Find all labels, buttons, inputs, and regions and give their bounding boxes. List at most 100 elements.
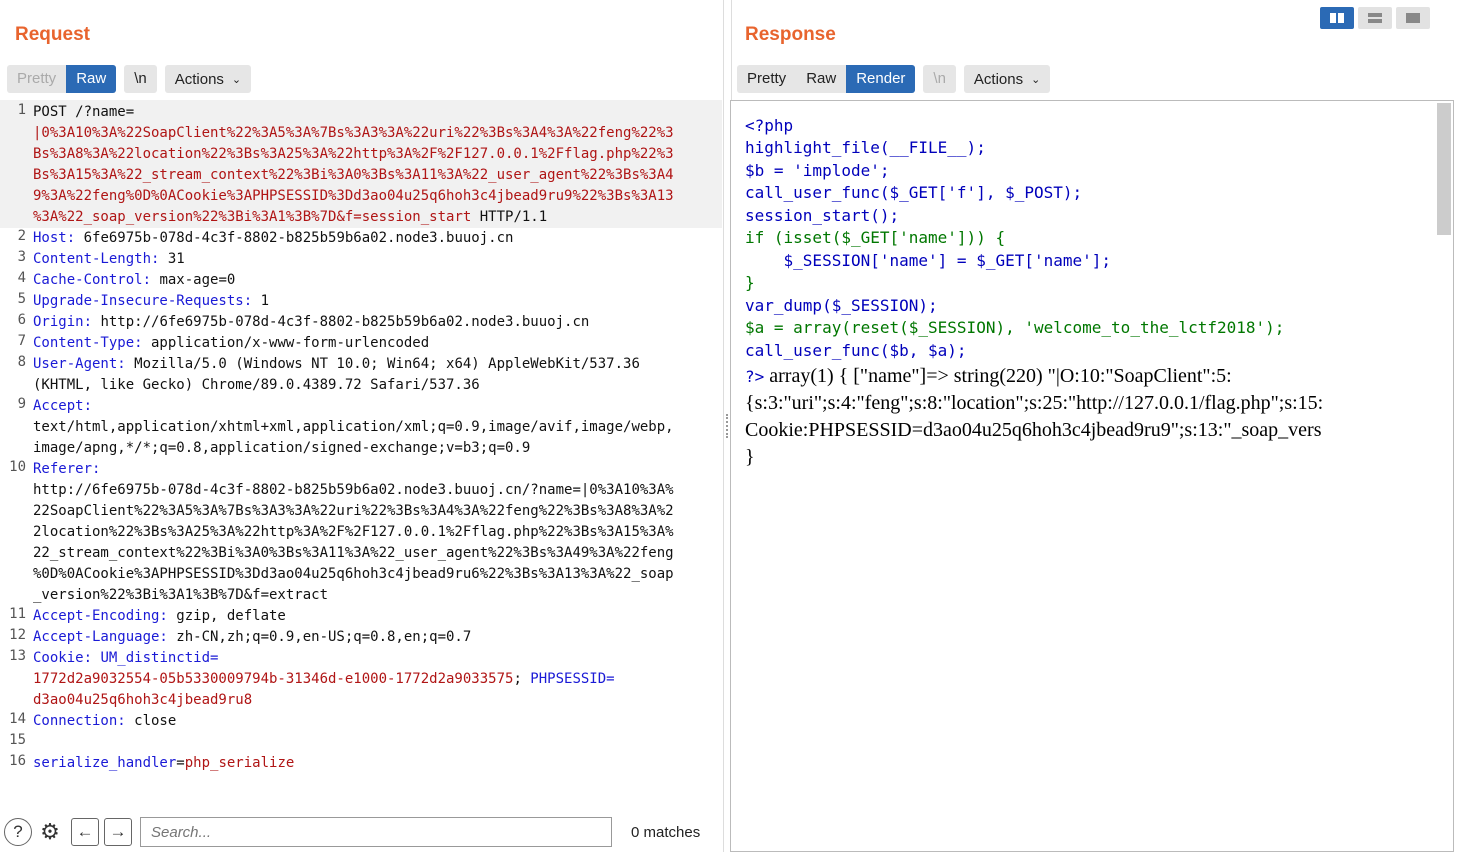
header-user-agent: User-Agent: Mozilla/5.0 (Windows NT 10.0… (33, 354, 721, 396)
line-number: 8 (17, 354, 26, 370)
header-value: 22_stream_context%22%3Bi%3A0%3Bs%3A11%3A… (33, 545, 674, 561)
header-value: image/apng,*/*;q=0.8,application/signed-… (33, 440, 531, 456)
header-referer: Referer: http://6fe6975b-078d-4c3f-8802-… (33, 459, 721, 606)
request-view-tabs: Pretty Raw (7, 65, 117, 93)
query-value: Bs%3A15%3A%22_stream_context%22%3Bi%3A0%… (33, 167, 674, 183)
header-value: max-age=0 (151, 272, 236, 288)
header-key: Upgrade-Insecure-Requests: (33, 293, 253, 309)
header-value: 6fe6975b-078d-4c3f-8802-b825b59b6a02.nod… (75, 230, 514, 246)
request-line: POST /?name= |0%3A10%3A%22SoapClient%22%… (33, 102, 721, 228)
chevron-down-icon: ⌄ (231, 73, 242, 86)
header-value: application/x-www-form-urlencoded (142, 335, 430, 351)
response-title: Response (745, 24, 836, 45)
chevron-down-icon: ⌄ (1031, 73, 1041, 86)
php-line: $b = 'implode'; (745, 161, 890, 180)
line-number: 11 (9, 606, 26, 622)
search-bar: ? ⚙ ← → 0 matches (0, 812, 722, 852)
cookie-value: d3ao04u25q6hoh3c4jbead9ru8 (33, 692, 253, 708)
response-view-tabs: Pretty Raw Render (737, 65, 916, 93)
tab-raw[interactable]: Raw (796, 65, 846, 93)
line-number: 7 (17, 333, 26, 349)
actions-label: Actions (973, 70, 1024, 88)
header-key: Cache-Control: (33, 272, 152, 288)
php-line: call_user_func($b, $a); (745, 341, 967, 360)
header-key: Origin: (33, 314, 93, 330)
newline-toggle[interactable]: \n (124, 65, 157, 93)
query-value: 9%3A%22feng%0D%0ACookie%3APHPSESSID%3Dd3… (33, 188, 674, 204)
tab-pretty[interactable]: Pretty (737, 65, 796, 93)
dump-output-line: Cookie:PHPSESSID=d3ao04u25q6hoh3c4jbead9… (745, 419, 1322, 441)
header-upgrade: Upgrade-Insecure-Requests: 1 (33, 291, 721, 312)
header-host: Host: 6fe6975b-078d-4c3f-8802-b825b59b6a… (33, 228, 721, 249)
php-line: $a = array(reset($_SESSION), 'welcome_to… (745, 318, 1285, 337)
tab-pretty[interactable]: Pretty (7, 65, 66, 93)
response-panel: Response Pretty Raw Render \n Actions ⌄ … (730, 0, 1459, 852)
header-value: %0D%0ACookie%3APHPSESSID%3Dd3ao04u25q6ho… (33, 566, 674, 582)
help-icon[interactable]: ? (4, 818, 32, 846)
header-key: Content-Length: (33, 251, 160, 267)
header-origin: Origin: http://6fe6975b-078d-4c3f-8802-b… (33, 312, 721, 333)
gear-icon[interactable]: ⚙ (36, 818, 64, 846)
request-title: Request (15, 24, 90, 45)
header-key: User-Agent: (33, 356, 126, 372)
header-value: zh-CN,zh;q=0.9,en-US;q=0.8,en;q=0.7 (167, 629, 472, 645)
body-equals: = (176, 755, 185, 771)
header-key: Content-Type: (33, 335, 143, 351)
query-value: %3A%22_soap_version%22%3Bi%3A1%3B%7D (33, 209, 337, 225)
header-value: gzip, deflate (167, 608, 286, 624)
header-connection: Connection: close (33, 711, 721, 732)
request-panel: Request Pretty Raw \n Actions ⌄ 1 POST /… (0, 0, 724, 852)
line-number: 12 (9, 627, 26, 643)
header-value: (KHTML, like Gecko) Chrome/89.0.4389.72 … (33, 377, 480, 393)
line-number: 14 (9, 711, 26, 727)
header-value: _version%22%3Bi%3A1%3B%7D&f=extract (33, 587, 329, 603)
header-content-length: Content-Length: 31 (33, 249, 721, 270)
header-value: 2location%22%3Bs%3A25%3A%22http%3A%2F%2F… (33, 524, 674, 540)
request-method: POST /?name= (33, 104, 135, 120)
header-value: text/html,application/xhtml+xml,applicat… (33, 419, 674, 435)
http-version: HTTP/1.1 (471, 209, 548, 225)
line-number: 10 (9, 459, 26, 475)
line-number: 2 (17, 228, 26, 244)
header-value: 31 (159, 251, 185, 267)
header-key: Cookie: (33, 650, 93, 666)
php-line: if (isset($_GET['name'])) { (745, 228, 1006, 247)
newline-toggle[interactable]: \n (923, 65, 956, 93)
search-input[interactable] (140, 817, 612, 847)
actions-label: Actions (174, 70, 224, 88)
newline-toggle-group: \n (124, 65, 157, 93)
request-editor[interactable]: 1 POST /?name= |0%3A10%3A%22SoapClient%2… (0, 100, 722, 812)
tab-raw[interactable]: Raw (66, 65, 117, 93)
header-key: Accept: (33, 398, 93, 414)
line-number: 13 (9, 648, 26, 664)
response-toolbar: Pretty Raw Render \n Actions ⌄ (737, 65, 1051, 93)
line-number: 6 (17, 312, 26, 328)
scrollbar[interactable] (1437, 103, 1451, 235)
response-actions-button[interactable]: Actions ⌄ (963, 65, 1051, 93)
php-line: call_user_func($_GET['f'], $_POST); (745, 183, 1083, 202)
header-key: Host: (33, 230, 76, 246)
header-value: close (125, 713, 177, 729)
header-value: http://6fe6975b-078d-4c3f-8802-b825b59b6… (92, 314, 590, 330)
php-line: $_SESSION['name'] = $_GET['name']; (745, 251, 1112, 270)
tab-render[interactable]: Render (846, 65, 916, 93)
header-value: http://6fe6975b-078d-4c3f-8802-b825b59b6… (33, 482, 674, 498)
php-line: highlight_file(__FILE__); (745, 138, 986, 157)
request-actions-button[interactable]: Actions ⌄ (164, 65, 252, 93)
php-open-tag: <?php (745, 116, 794, 135)
rendered-response: <?php highlight_file(__FILE__); $b = 'im… (730, 100, 1454, 852)
header-key: Referer: (33, 461, 101, 477)
query-param-f: &f=session_start (336, 209, 472, 225)
body-param-value: php_serialize (184, 755, 295, 771)
header-value: 1 (252, 293, 270, 309)
dump-output-line: } (745, 446, 755, 468)
php-close-tag: ?> (745, 367, 765, 386)
forward-arrow-icon[interactable]: → (104, 818, 132, 846)
header-value: Mozilla/5.0 (Windows NT 10.0; Win64; x64… (125, 356, 640, 372)
back-arrow-icon[interactable]: ← (71, 818, 99, 846)
header-cookie: Cookie: UM_distinctid= 1772d2a9032554-05… (33, 648, 721, 711)
line-number: 15 (9, 732, 26, 748)
query-value: |0%3A10%3A%22SoapClient%22%3A5%3A%7Bs%3A… (33, 125, 674, 141)
dump-output-line: ?> array(1) { ["name"]=> string(220) "|O… (745, 363, 1232, 390)
query-value: Bs%3A8%3A%22location%22%3Bs%3A25%3A%22ht… (33, 146, 674, 162)
